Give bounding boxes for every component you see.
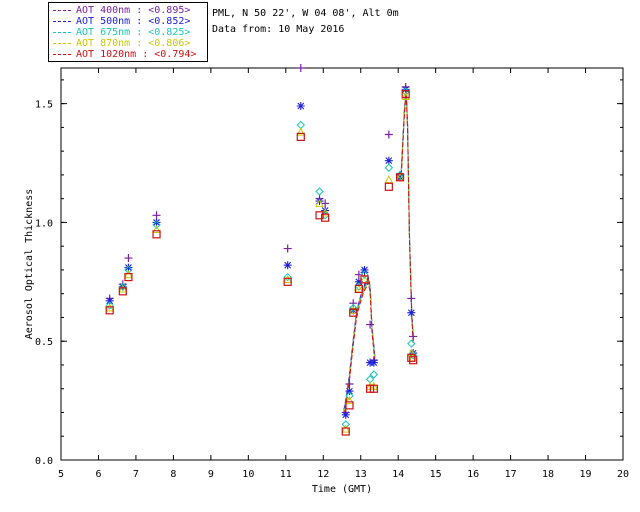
- data-point: [384, 163, 394, 172]
- x-tick-label: 18: [542, 469, 554, 480]
- plot-frame: [60, 67, 624, 461]
- data-point: [105, 303, 115, 312]
- data-point: [283, 244, 292, 253]
- legend-swatch: [53, 31, 71, 33]
- data-point: [345, 387, 354, 396]
- data-point: [283, 274, 293, 283]
- x-tick-label: 17: [505, 469, 517, 480]
- legend-swatch: [53, 53, 71, 55]
- y-tick-label: 0.0: [35, 456, 53, 467]
- legend-item: AOT 675nm : <0.825>: [53, 27, 190, 38]
- y-axis-label: Aerosol Optical Thickness: [24, 189, 35, 340]
- data-point: [341, 410, 350, 419]
- data-point: [315, 187, 324, 196]
- legend-item: AOT 1020nm : <0.794>: [53, 49, 196, 60]
- data-point: [409, 356, 418, 365]
- data-point: [152, 230, 161, 239]
- x-tick-label: 7: [133, 469, 139, 480]
- chart: 5 6 7 8 9 10 11 12 13 14 15 16 17 18 19 20 0.0 0.5 1.0 1.5 T…: [24, 64, 629, 495]
- legend-item: AOT 500nm : <0.852>: [53, 16, 190, 27]
- x-tick-label: 8: [170, 469, 176, 480]
- data-point: [384, 156, 393, 165]
- data-point: [105, 306, 114, 315]
- legend-label: AOT 675nm : <0.825>: [76, 27, 191, 38]
- y-tick-label: 0.5: [35, 337, 53, 348]
- data-point: [296, 132, 305, 141]
- x-axis-label: Time (GMT): [312, 484, 372, 495]
- x-tick-label: 19: [580, 469, 592, 480]
- data-point: [409, 332, 418, 341]
- legend-swatch: [53, 20, 71, 22]
- x-tick-label: 6: [95, 469, 101, 480]
- y-tick-label: 1.0: [35, 218, 53, 229]
- data-point: [407, 308, 416, 317]
- x-tick-label: 5: [58, 469, 64, 480]
- location-text: PML, N 50 22', W 04 08', Alt 0m: [212, 8, 399, 19]
- legend-label: AOT 1020nm : <0.794>: [76, 49, 197, 60]
- data-point: [369, 358, 378, 367]
- legend-label: AOT 870nm : <0.806>: [76, 38, 191, 49]
- legend-label: AOT 500nm : <0.852>: [76, 16, 191, 27]
- data-point: [341, 427, 350, 436]
- data-point: [341, 424, 351, 433]
- x-tick-label: 14: [392, 469, 404, 480]
- legend: AOT 400nm : <0.895> AOT 500nm : <0.852> …: [48, 2, 208, 62]
- data-point: [124, 254, 133, 263]
- data-point: [407, 294, 416, 303]
- data-point: [296, 64, 305, 72]
- x-tick-label: 13: [355, 469, 367, 480]
- legend-swatch: [53, 42, 71, 44]
- series-curve: [343, 280, 376, 416]
- legend-item: AOT 870nm : <0.806>: [53, 38, 190, 49]
- data-point: [366, 320, 375, 329]
- data-point: [315, 197, 324, 206]
- data-point: [296, 127, 306, 136]
- data-point: [341, 420, 350, 429]
- date-text: Data from: 10 May 2016: [212, 24, 345, 35]
- x-tick-label: 20: [617, 469, 629, 480]
- data-point: [283, 261, 292, 270]
- data-point: [283, 277, 292, 286]
- data-point: [345, 379, 354, 388]
- data-point: [124, 272, 133, 282]
- data-point: [360, 265, 369, 274]
- data-point: [407, 339, 416, 348]
- data-point: [296, 120, 305, 130]
- data-point: [384, 175, 394, 184]
- x-tick-label: 11: [280, 469, 292, 480]
- series-curve: [397, 92, 414, 345]
- data-point: [124, 270, 133, 279]
- data-point: [345, 401, 354, 410]
- data-point: [384, 130, 393, 139]
- x-tick-label: 12: [317, 469, 329, 480]
- x-tick-label: 9: [208, 469, 214, 480]
- data-point: [296, 102, 305, 111]
- data-point: [152, 211, 161, 220]
- legend-item: AOT 400nm : <0.895>: [53, 5, 190, 16]
- x-tick-label: 10: [242, 469, 254, 480]
- series-curve: [397, 90, 414, 343]
- legend-label: AOT 400nm : <0.895>: [76, 5, 191, 16]
- data-point: [354, 284, 364, 293]
- data-point: [152, 224, 161, 234]
- x-tick-label: 16: [467, 469, 479, 480]
- x-tick-label: 15: [430, 469, 442, 480]
- y-tick-label: 1.5: [35, 100, 53, 111]
- data-point: [321, 206, 330, 215]
- legend-swatch: [53, 9, 71, 11]
- data-point: [384, 182, 393, 191]
